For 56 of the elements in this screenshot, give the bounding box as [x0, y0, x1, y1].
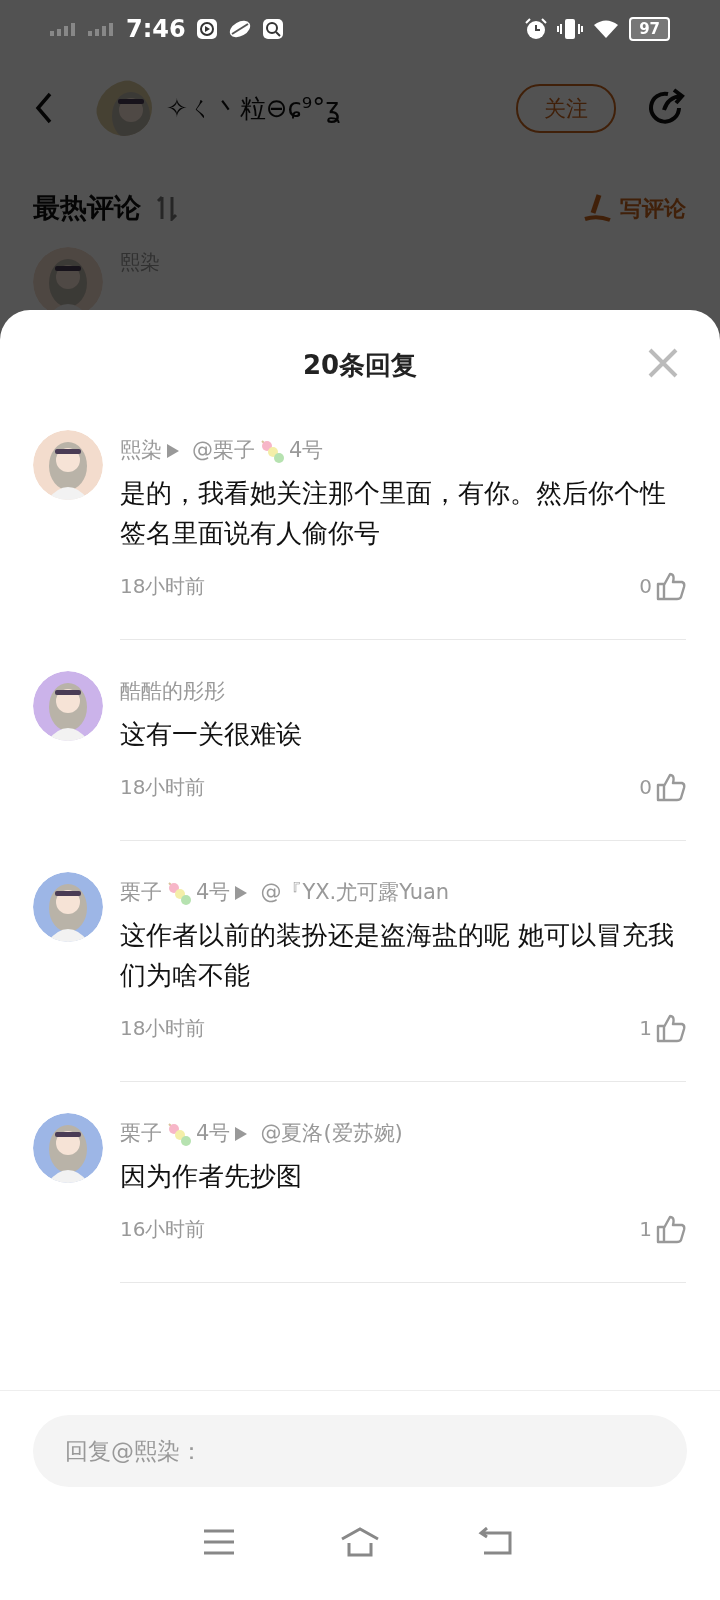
user-name[interactable]: ✧ㄑ丶粒⊖ɕ⁹°ʓ: [166, 88, 341, 128]
like-button[interactable]: 0: [639, 772, 686, 802]
home-icon: [340, 1527, 380, 1557]
user-name[interactable]: 4号: [196, 1118, 231, 1150]
close-button[interactable]: [648, 348, 678, 378]
vibrate-icon: [557, 18, 584, 40]
battery-level: 97: [629, 17, 670, 41]
user-name[interactable]: 栗子: [120, 1118, 162, 1150]
dango-icon: [166, 880, 192, 906]
timestamp: 18小时前: [120, 1015, 206, 1042]
back-icon: [34, 92, 54, 124]
timestamp: 16小时前: [120, 1216, 206, 1243]
user-name[interactable]: 酷酷的彤彤: [120, 676, 225, 708]
user-name[interactable]: @『YX.尤可露Yuan: [260, 877, 450, 909]
reply-field[interactable]: 回复@熙染：: [33, 1415, 687, 1487]
thumbs-up-icon: [656, 1214, 686, 1244]
orbit-icon: [227, 18, 252, 40]
signal-icon: [88, 22, 116, 36]
thumbs-up-icon: [656, 1013, 686, 1043]
section-title: 最热评论: [33, 191, 141, 225]
wifi-icon: [593, 19, 620, 39]
user-name[interactable]: @栗子: [192, 435, 255, 467]
pen-icon: [582, 193, 612, 224]
user-name[interactable]: @夏洛(爱苏婉): [260, 1118, 403, 1150]
clock-time: 7:46: [126, 14, 186, 45]
comment-text: 因为作者先抄图: [120, 1160, 303, 1193]
like-button[interactable]: 1: [639, 1214, 686, 1244]
timestamp: 18小时前: [120, 573, 206, 600]
close-icon: [648, 348, 678, 378]
back-button[interactable]: [34, 92, 54, 124]
like-button[interactable]: 0: [639, 571, 686, 601]
comment-text: 这有一关很难诶: [120, 718, 303, 751]
comment-text: 这作者以前的装扮还是盗海盐的呢 她可以冒充我们为啥不能: [120, 919, 676, 992]
user-name[interactable]: 4号: [289, 435, 324, 467]
thumbs-up-icon: [656, 772, 686, 802]
signal-icon: [50, 22, 78, 36]
like-button[interactable]: 1: [639, 1013, 686, 1043]
thumbs-up-icon: [656, 571, 686, 601]
play-icon: [195, 18, 218, 40]
user-name[interactable]: 栗子: [120, 877, 162, 909]
dango-icon: [259, 438, 285, 464]
magnifier-icon: [261, 18, 284, 40]
follow-button[interactable]: 关注: [516, 83, 616, 133]
user-name[interactable]: 熙染: [120, 435, 162, 467]
play-arrow-icon: [166, 443, 180, 459]
play-arrow-icon: [234, 885, 249, 901]
write-comment-button[interactable]: 写评论: [582, 191, 686, 225]
comment-text: 是的，我看她关注那个里面，有你。然后你个性签名里面说有人偷你号: [120, 477, 667, 550]
play-arrow-icon: [234, 1126, 249, 1142]
alarm-icon: [525, 18, 548, 40]
dango-icon: [166, 1121, 192, 1147]
timestamp: 18小时前: [120, 774, 206, 801]
home-button[interactable]: [340, 1527, 380, 1557]
sort-icon[interactable]: [155, 195, 179, 222]
user-name[interactable]: 4号: [196, 877, 231, 909]
sheet-title: 20条回复: [302, 348, 418, 382]
